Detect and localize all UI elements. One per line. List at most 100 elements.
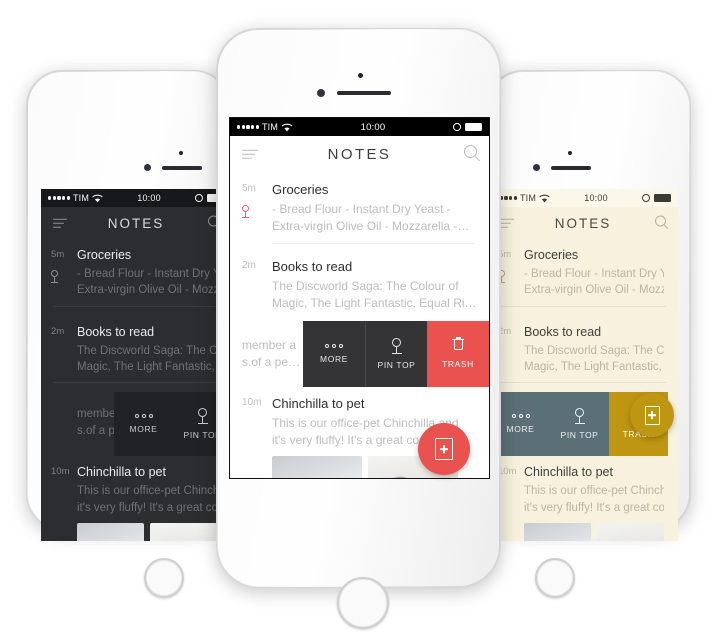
signal-strength-icon: [48, 196, 70, 200]
note-snippet-line: Extra-virgin Olive Oil - Mozzarella -…: [524, 284, 664, 297]
action-label: MORE: [506, 424, 535, 435]
note-body: Chinchilla to pet This is our office-pet…: [77, 465, 217, 541]
trash-action-button[interactable]: TRASH: [427, 321, 489, 388]
alarm-clock-icon: [194, 194, 203, 202]
navbar-right: NOTES: [488, 207, 678, 239]
new-note-fab[interactable]: [418, 423, 470, 475]
note-photo[interactable]: [150, 522, 217, 541]
status-bar-left: TIM 10:00: [41, 189, 231, 207]
list-item[interactable]: 2m Books to read The Discworld Saga: The…: [230, 253, 489, 321]
note-meta: 10m: [498, 465, 524, 541]
alarm-clock-icon: [641, 194, 650, 202]
phone-center-light: TIM 10:00 NOTES 5m Groceries - Bread Flo…: [216, 28, 501, 629]
wifi-icon: [539, 194, 550, 202]
hamburger-menu-icon[interactable]: [53, 216, 67, 231]
note-snippet: The Discworld Saga: The Colour of Magic,…: [77, 343, 217, 376]
swipe-actions-center[interactable]: MORE PIN TOP TRASH: [303, 321, 489, 388]
search-icon[interactable]: [655, 215, 669, 231]
note-snippet-line: Extra-virgin Olive Oil - Mozzarella -…: [77, 284, 217, 297]
more-action-button[interactable]: MORE: [303, 321, 365, 388]
list-item[interactable]: 5m Groceries - Bread Flour - Instant Dry…: [230, 172, 489, 253]
new-note-icon: [435, 438, 453, 460]
earpiece-speaker: [337, 91, 391, 95]
note-photo[interactable]: [597, 522, 664, 541]
carrier-label: TIM: [72, 193, 90, 203]
swipe-actions-left[interactable]: MORE PIN TOP TRASH: [114, 392, 231, 457]
navbar-left: NOTES: [41, 207, 231, 239]
divider: [53, 382, 219, 384]
note-body: Groceries - Bread Flour - Instant Dry Ye…: [77, 248, 217, 299]
note-timestamp: 10m: [242, 397, 262, 409]
pin-icon: [196, 408, 209, 425]
note-body: Chinchilla to pet This is our office-pet…: [524, 465, 664, 541]
pin-top-action-button[interactable]: PIN TOP: [550, 392, 609, 457]
note-snippet-line: The Discworld Saga: The Colour of: [524, 344, 664, 357]
home-button[interactable]: [144, 558, 184, 598]
page-title: NOTES: [327, 145, 392, 163]
note-thumbnails: [524, 522, 664, 541]
note-snippet-line: - Bread Flour - Instant Dry Yeast -: [272, 202, 451, 216]
divider: [500, 305, 666, 307]
note-meta: 5m: [498, 248, 524, 299]
home-button[interactable]: [337, 577, 389, 629]
divider: [500, 382, 666, 384]
pin-top-action-button[interactable]: PIN TOP: [365, 321, 427, 388]
home-button[interactable]: [535, 558, 575, 598]
note-timestamp: 10m: [498, 466, 517, 478]
front-camera-icon: [533, 164, 540, 171]
note-meta: 2m: [242, 259, 272, 312]
screen-right: TIM 10:00 NOTES 5m Groceries - Bread Flo…: [488, 189, 678, 541]
hamburger-menu-icon[interactable]: [242, 147, 258, 162]
more-dots-icon: [134, 414, 153, 419]
proximity-sensor-icon: [568, 151, 572, 155]
note-title: Groceries: [272, 182, 329, 197]
pin-icon: [242, 205, 253, 219]
note-snippet: - Bread Flour - Instant Dry Yeast - Extr…: [77, 266, 217, 299]
note-snippet-line: The Discworld Saga: The Colour of: [77, 344, 217, 357]
status-right-group: [641, 194, 671, 202]
status-left-group: TIM: [48, 193, 103, 203]
note-title: Groceries: [524, 248, 579, 262]
note-photo[interactable]: [524, 522, 591, 541]
proximity-sensor-icon: [179, 151, 183, 155]
note-photo[interactable]: [77, 522, 144, 541]
list-item[interactable]: 10m Chinchilla to pet This is our office…: [41, 456, 231, 541]
note-snippet: The Discworld Saga: The Colour of Magic,…: [524, 343, 664, 376]
note-timestamp: 5m: [51, 249, 65, 260]
note-list-left[interactable]: 5m Groceries - Bread Flour - Instant Dry…: [41, 239, 231, 541]
note-snippet-line: Extra-virgin Olive Oil - Mozzarella -…: [272, 219, 470, 234]
note-body: Books to read The Discworld Saga: The Co…: [272, 259, 475, 312]
list-item[interactable]: 5m Groceries - Bread Flour - Instant Dry…: [41, 239, 231, 316]
note-snippet: This is our office-pet Chinchilla and it…: [77, 483, 217, 516]
list-item[interactable]: 10m Chinchilla to pet This is our office…: [488, 456, 678, 541]
search-icon[interactable]: [464, 145, 481, 163]
earpiece-speaker: [551, 166, 591, 170]
new-note-fab[interactable]: [630, 393, 674, 437]
note-list-right[interactable]: 5m Groceries - Bread Flour - Instant Dry…: [488, 239, 678, 541]
note-meta: 5m: [242, 182, 272, 235]
note-title: Chinchilla to pet: [77, 465, 166, 480]
page-title: NOTES: [107, 215, 165, 231]
note-photo[interactable]: [272, 456, 362, 478]
note-snippet-line: Magic, The Light Fantastic, Equal Ri…: [524, 360, 664, 373]
list-item-swiped[interactable]: member a s.of a pe… MORE PIN TOP: [230, 321, 489, 388]
list-item-swiped[interactable]: member a s.of a pe… MORE PIN TOP: [41, 392, 231, 457]
note-timestamp: 2m: [51, 325, 65, 337]
note-title: Chinchilla to pet: [524, 465, 613, 480]
status-left-group: TIM: [237, 122, 293, 132]
status-bar-right: TIM 10:00: [488, 189, 678, 207]
list-item[interactable]: 5m Groceries - Bread Flour - Instant Dry…: [488, 239, 678, 316]
note-snippet-line: The Discworld Saga: The Colour of: [272, 279, 459, 294]
note-meta: 10m: [51, 465, 77, 541]
note-body: Books to read The Discworld Saga: The Co…: [77, 325, 217, 376]
note-snippet-line: - Bread Flour - Instant Dry Yeast -: [77, 268, 217, 280]
battery-full-icon: [464, 123, 482, 131]
note-snippet: This is our office-pet Chinchilla and it…: [524, 483, 664, 516]
hamburger-menu-icon[interactable]: [500, 216, 514, 231]
list-item[interactable]: 2m Books to read The Discworld Saga: The…: [488, 316, 678, 393]
list-item[interactable]: 2m Books to read The Discworld Saga: The…: [41, 316, 231, 393]
carrier-label: TIM: [261, 122, 279, 132]
note-title: Chinchilla to pet: [272, 396, 365, 412]
more-action-button[interactable]: MORE: [114, 392, 173, 457]
pin-icon: [390, 338, 403, 355]
